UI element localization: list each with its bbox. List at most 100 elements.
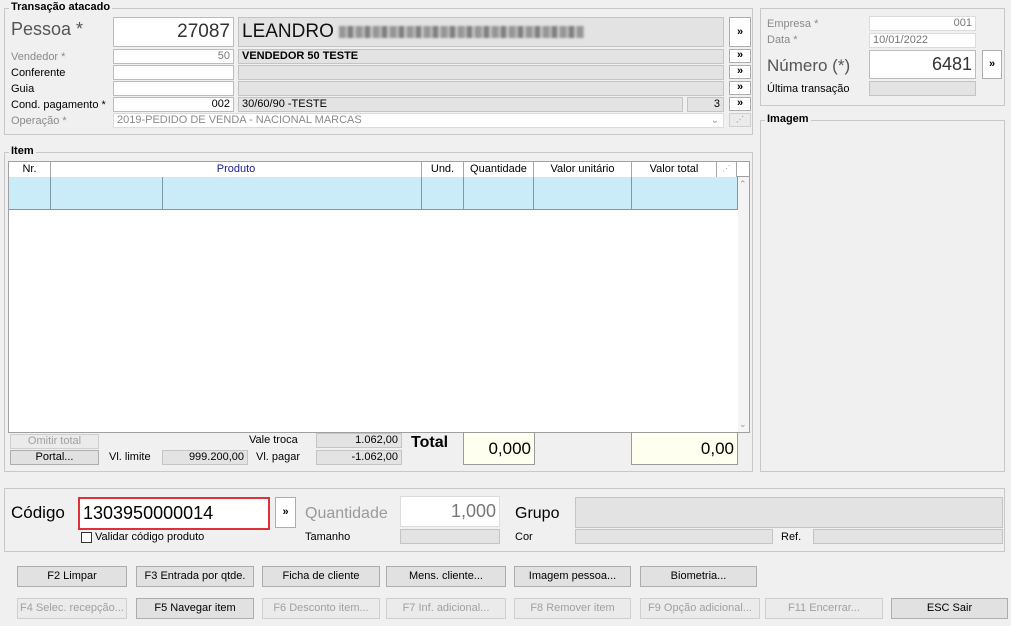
f5-navegar-item-button[interactable]: F5 Navegar item [136, 598, 254, 619]
parcelas-field: 3 [687, 97, 724, 112]
col-header-nr[interactable]: Nr. [9, 162, 51, 177]
guia-code-field[interactable] [113, 81, 234, 96]
imagem-title: Imagem [765, 113, 811, 125]
validar-checkbox[interactable] [81, 532, 92, 543]
cell-nr[interactable] [9, 177, 51, 209]
vl-limite-field: 999.200,00 [162, 450, 248, 465]
col-header-valor-total[interactable]: Valor total [632, 162, 717, 177]
col-header-und[interactable]: Und. [422, 162, 464, 177]
ultima-transacao-label: Última transação [767, 83, 850, 95]
col-header-valor-unitario[interactable]: Valor unitário [534, 162, 632, 177]
cor-label: Cor [515, 531, 533, 543]
vale-troca-field: 1.062,00 [316, 433, 402, 448]
vendedor-code-field[interactable]: 50 [113, 49, 234, 64]
codigo-label: Código [11, 503, 65, 522]
redacted-surname [339, 25, 585, 38]
col-header-config[interactable]: ⋰ [717, 162, 737, 177]
total-quantidade-field: 0,000 [463, 432, 535, 465]
scroll-down-icon[interactable]: ⌄ [739, 419, 747, 430]
vendedor-label: Vendedor * [11, 51, 66, 63]
numero-field[interactable]: 6481 [869, 50, 976, 79]
cond-pagamento-label: Cond. pagamento * [11, 99, 106, 111]
guia-lookup-button[interactable]: » [729, 81, 751, 95]
codigo-lookup-button[interactable]: » [275, 497, 296, 528]
guia-name-field [238, 81, 724, 96]
empresa-field: 001 [869, 16, 976, 31]
imagem-pessoa-button[interactable]: Imagem pessoa... [514, 566, 631, 587]
pessoa-label: Pessoa * [11, 19, 84, 39]
scroll-up-icon[interactable]: ⌃ [739, 179, 747, 190]
ref-field [813, 529, 1003, 544]
biometria-button[interactable]: Biometria... [640, 566, 757, 587]
f8-remover-item-button[interactable]: F8 Remover item [514, 598, 631, 619]
grupo-field [575, 497, 1003, 528]
pessoa-name-field: LEANDRO [238, 17, 724, 47]
f3-entrada-qtde-button[interactable]: F3 Entrada por qtde. [136, 566, 254, 587]
f2-limpar-button[interactable]: F2 Limpar [17, 566, 127, 587]
vl-limite-label: Vl. limite [109, 451, 151, 463]
guia-label: Guia [11, 83, 35, 95]
total-label: Total [411, 434, 449, 451]
operacao-label: Operação * [11, 115, 67, 127]
mens-cliente-button[interactable]: Mens. cliente... [386, 566, 506, 587]
data-field: 10/01/2022 [869, 33, 976, 48]
tamanho-label: Tamanho [305, 531, 351, 543]
cell-valor-unitario[interactable] [534, 177, 632, 209]
imagem-panel: Imagem [760, 113, 1005, 472]
validar-label[interactable]: Validar código produto [95, 531, 204, 543]
empresa-label: Empresa * [767, 18, 819, 30]
operacao-extra-button[interactable]: ⋰ [729, 113, 751, 127]
grupo-label: Grupo [515, 505, 560, 522]
f4-selec-recepcao-button[interactable]: F4 Selec. recepção... [17, 598, 127, 619]
col-header-quantidade[interactable]: Quantidade [464, 162, 534, 177]
cell-produto-codigo[interactable] [51, 177, 163, 209]
f11-encerrar-button[interactable]: F11 Encerrar... [765, 598, 883, 619]
cor-field [575, 529, 773, 544]
cond-pagamento-name-field: 30/60/90 -TESTE [238, 97, 683, 112]
numero-label: Número (*) [767, 56, 851, 75]
omitir-total-button[interactable]: Omitir total [10, 434, 99, 449]
col-header-produto[interactable]: Produto [51, 162, 422, 177]
table-row[interactable] [9, 177, 738, 210]
data-label: Data * [767, 34, 798, 46]
item-grid[interactable]: Nr. Produto Und. Quantidade Valor unitár… [8, 161, 750, 433]
pessoa-lookup-button[interactable]: » [729, 17, 751, 47]
cell-und[interactable] [422, 177, 464, 209]
f7-inf-adicional-button[interactable]: F7 Inf. adicional... [386, 598, 506, 619]
f6-desconto-item-button[interactable]: F6 Desconto item... [262, 598, 380, 619]
ultima-transacao-field [869, 81, 976, 96]
cond-pagamento-code-field[interactable]: 002 [113, 97, 234, 112]
item-title: Item [9, 145, 36, 157]
cell-valor-total[interactable] [632, 177, 738, 209]
quantidade-label: Quantidade [305, 505, 388, 522]
transacao-title: Transação atacado [9, 1, 113, 13]
codigo-input[interactable]: 1303950000014 [78, 497, 270, 530]
chevron-down-icon: ⌄ [710, 115, 719, 126]
item-grid-header: Nr. Produto Und. Quantidade Valor unitár… [9, 162, 749, 177]
operacao-select[interactable]: 2019-PEDIDO DE VENDA - NACIONAL MARCAS ⌄ [113, 113, 724, 128]
portal-button[interactable]: Portal... [10, 450, 99, 465]
pessoa-code-field[interactable]: 27087 [113, 17, 234, 47]
vl-pagar-label: Vl. pagar [256, 451, 301, 463]
conferente-lookup-button[interactable]: » [729, 65, 751, 79]
vendedor-name-field: VENDEDOR 50 TESTE [238, 49, 724, 64]
conferente-name-field [238, 65, 724, 80]
numero-lookup-button[interactable]: » [982, 50, 1002, 79]
total-valor-field: 0,00 [631, 432, 738, 465]
cond-pagamento-lookup-button[interactable]: » [729, 97, 751, 111]
cell-produto-descricao[interactable] [163, 177, 422, 209]
vale-troca-label: Vale troca [249, 434, 298, 446]
pessoa-name-text: LEANDRO [242, 21, 334, 42]
cell-quantidade[interactable] [464, 177, 534, 209]
ficha-cliente-button[interactable]: Ficha de cliente [262, 566, 380, 587]
item-grid-scrollbar[interactable]: ⌃ ⌄ [738, 177, 749, 432]
quantidade-input[interactable]: 1,000 [400, 496, 500, 527]
conferente-code-field[interactable] [113, 65, 234, 80]
operacao-value: 2019-PEDIDO DE VENDA - NACIONAL MARCAS [117, 114, 362, 126]
vl-pagar-field: -1.062,00 [316, 450, 402, 465]
esc-sair-button[interactable]: ESC Sair [891, 598, 1008, 619]
f9-opcao-adicional-button[interactable]: F9 Opção adicional... [640, 598, 760, 619]
vendedor-lookup-button[interactable]: » [729, 49, 751, 63]
resize-grip-icon: ⋰ [736, 115, 744, 124]
ref-label: Ref. [781, 531, 802, 543]
